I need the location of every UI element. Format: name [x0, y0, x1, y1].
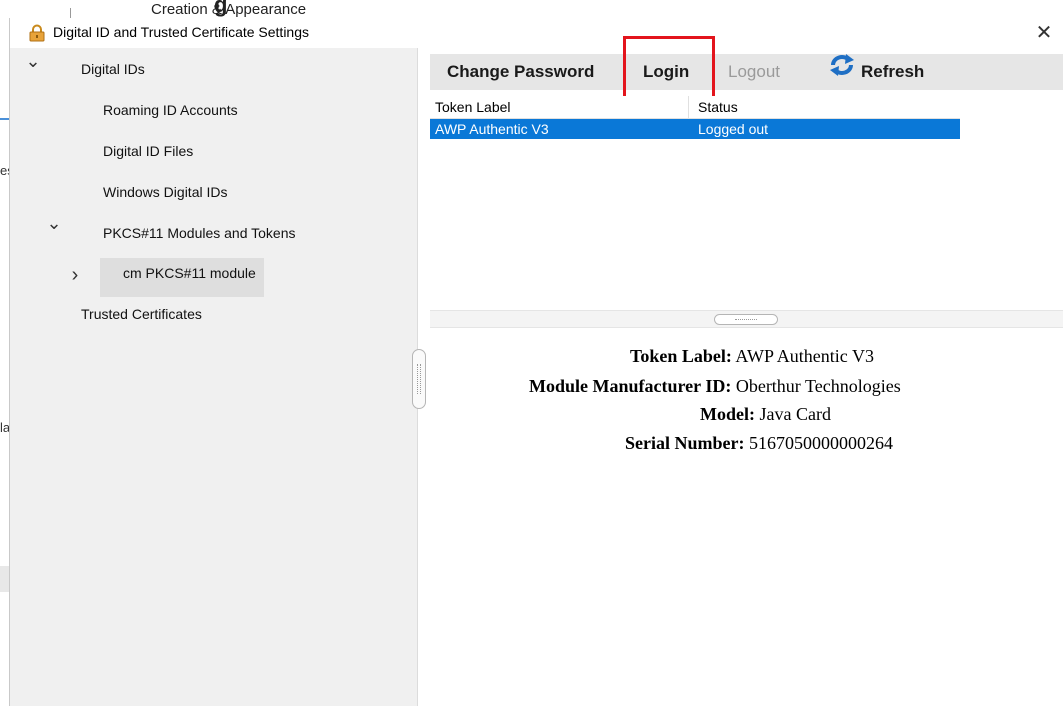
detail-value: AWP Authentic V3	[735, 346, 874, 366]
chevron-down-icon[interactable]: ⌄	[24, 51, 42, 72]
detail-model: Model: Java Card	[700, 404, 831, 425]
detail-value: Java Card	[759, 404, 831, 424]
background-divider	[70, 8, 71, 18]
login-button[interactable]: Login	[643, 54, 689, 90]
detail-token-label: Token Label: AWP Authentic V3	[630, 346, 874, 367]
dialog-titlebar: Digital ID and Trusted Certificate Setti…	[10, 18, 1063, 48]
tree-item-roaming-id-accounts[interactable]: Roaming ID Accounts	[103, 95, 238, 125]
detail-key: Model:	[700, 404, 755, 424]
detail-key: Serial Number:	[625, 433, 745, 453]
lock-icon	[28, 24, 46, 42]
table-header: Token Label Status	[430, 96, 960, 119]
background-gray-block	[0, 566, 9, 592]
tree-item-digital-ids[interactable]: Digital IDs	[81, 54, 145, 84]
change-password-button[interactable]: Change Password	[447, 54, 594, 90]
token-label-cell: AWP Authentic V3	[435, 121, 549, 137]
token-table: Token Label Status AWP Authentic V3 Logg…	[430, 96, 960, 139]
chevron-right-icon[interactable]: ›	[66, 260, 84, 290]
tree-item-trusted-certificates[interactable]: Trusted Certificates	[81, 299, 202, 329]
close-button[interactable]: ✕	[1031, 20, 1057, 46]
horizontal-splitter[interactable]	[430, 310, 1063, 328]
detail-manufacturer: Module Manufacturer ID: Oberthur Technol…	[529, 376, 901, 397]
detail-key: Token Label:	[630, 346, 732, 366]
column-separator	[688, 96, 689, 119]
refresh-button[interactable]: Refresh	[828, 53, 925, 90]
detail-value: Oberthur Technologies	[735, 376, 901, 396]
token-toolbar: Change Password Login Logout Refresh	[430, 36, 1063, 108]
background-window-header: Creation & Appearance g	[0, 0, 1063, 18]
vertical-splitter-handle[interactable]	[412, 349, 426, 409]
dialog-title: Digital ID and Trusted Certificate Setti…	[53, 24, 310, 40]
token-status-cell: Logged out	[698, 121, 769, 137]
tree-item-cm-pkcs11-module[interactable]: cm PKCS#11 module	[100, 258, 264, 297]
refresh-label: Refresh	[861, 62, 925, 81]
detail-key: Module Manufacturer ID:	[529, 376, 732, 396]
detail-serial-number: Serial Number: 5167050000000264	[625, 433, 893, 454]
logout-button[interactable]: Logout	[728, 54, 780, 90]
tree-item-digital-id-files[interactable]: Digital ID Files	[103, 136, 193, 166]
column-header-status[interactable]: Status	[698, 99, 738, 115]
grip-icon	[417, 364, 421, 394]
column-header-token-label[interactable]: Token Label	[435, 99, 511, 115]
background-heading-glyph: g	[214, 0, 228, 17]
navigation-tree: ⌄ Digital IDs Roaming ID Accounts Digita…	[10, 48, 418, 706]
background-heading-fragment: Creation & Appearance	[151, 1, 307, 18]
background-accent-line	[0, 118, 9, 120]
tree-item-pkcs11-modules[interactable]: PKCS#11 Modules and Tokens	[103, 218, 296, 248]
tree-item-windows-digital-ids[interactable]: Windows Digital IDs	[103, 177, 227, 207]
grip-icon	[735, 319, 757, 321]
detail-value: 5167050000000264	[748, 433, 893, 453]
refresh-icon	[828, 53, 856, 90]
background-window-left-strip: es la	[0, 18, 14, 706]
horizontal-splitter-handle[interactable]	[714, 314, 778, 325]
table-row[interactable]: AWP Authentic V3 Logged out	[430, 119, 960, 139]
digital-id-settings-dialog: Digital ID and Trusted Certificate Setti…	[9, 18, 1063, 706]
token-pane: Change Password Login Logout Refresh Tok…	[430, 36, 1063, 706]
chevron-down-icon[interactable]: ⌄	[45, 213, 63, 234]
